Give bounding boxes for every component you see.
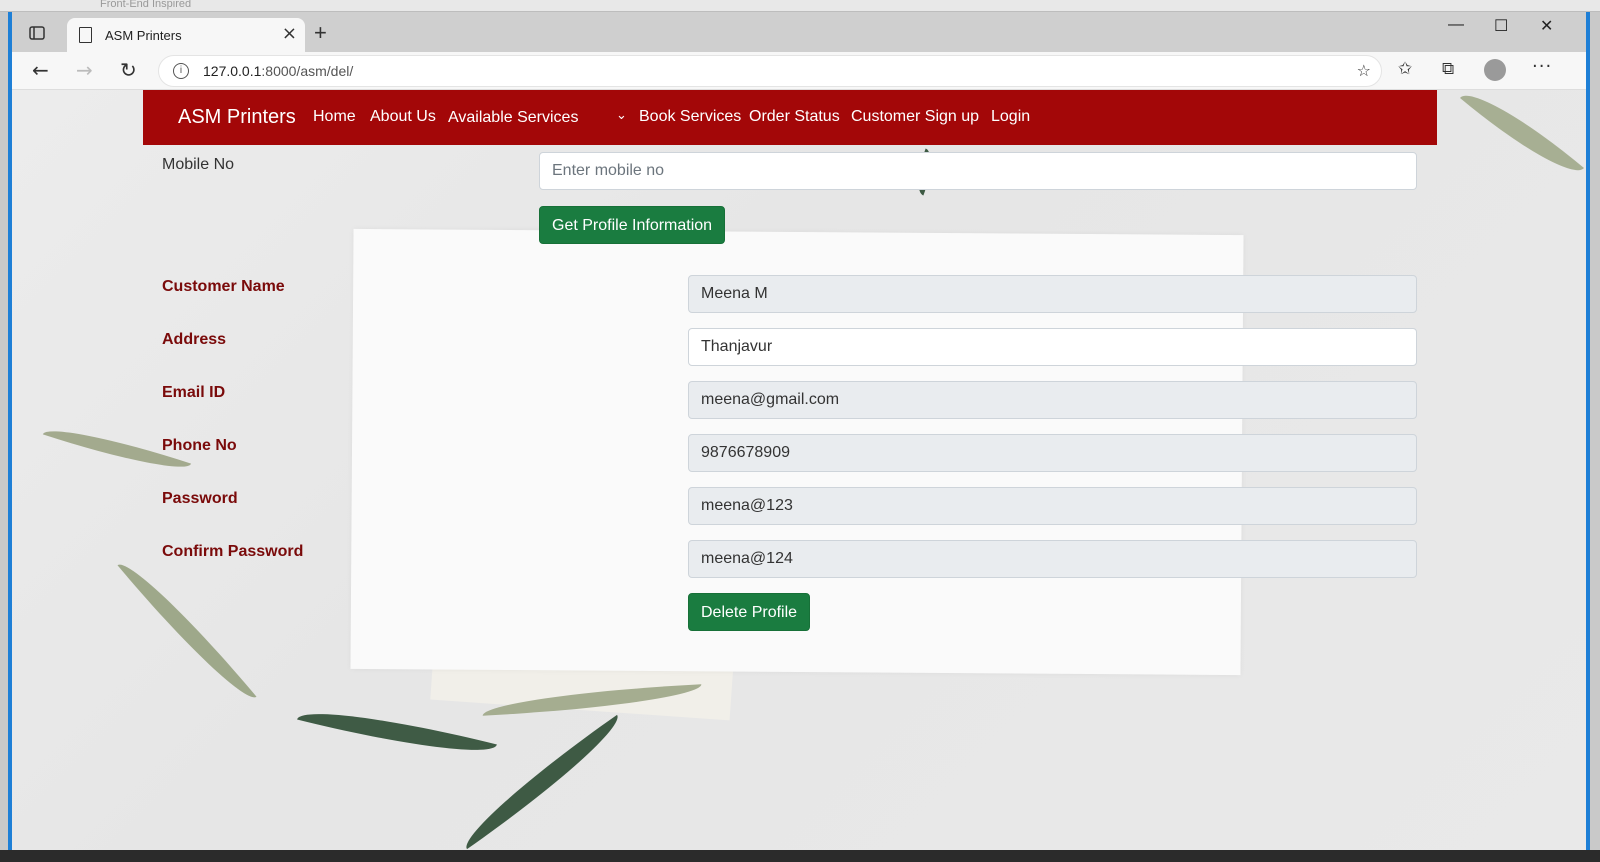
brand-logo[interactable]: ASM Printers [178,106,296,129]
favorites-icon[interactable]: ✩ [1398,59,1412,79]
customer-name-field[interactable]: Meena M [688,275,1417,313]
taskbar [0,850,1600,862]
address-bar[interactable]: i 127.0.0.1:8000/asm/del/ ☆ [158,55,1382,87]
nav-order-status[interactable]: Order Status [749,108,840,126]
phone-label: Phone No [162,437,237,454]
minimize-icon[interactable]: — [1448,16,1464,34]
maximize-icon[interactable]: ☐ [1494,16,1508,36]
add-favorite-icon[interactable]: ☆ [1357,61,1371,80]
more-options-icon[interactable]: ··· [1532,56,1552,77]
password-label: Password [162,490,238,507]
get-profile-button[interactable]: Get Profile Information [539,206,726,244]
customer-name-label: Customer Name [162,278,285,295]
site-navbar: ASM Printers Home About Us Available Ser… [143,90,1437,145]
nav-home[interactable]: Home [313,108,356,126]
forward-icon[interactable]: → [76,58,93,82]
leaf-decoration [1460,90,1584,188]
nav-available-services[interactable]: Available Services [448,109,578,127]
leaf-decoration [453,714,631,850]
tab-actions-icon[interactable] [28,24,48,44]
nav-about-us[interactable]: About Us [370,108,436,126]
mobile-no-label: Mobile No [162,156,235,173]
url-text[interactable]: 127.0.0.1:8000/asm/del/ [203,63,353,79]
tab-title: ASM Printers [105,28,182,43]
phone-field[interactable]: 9876678909 [688,434,1417,472]
confirm-password-label: Confirm Password [162,543,304,560]
email-label: Email ID [162,384,226,401]
background-window-title: Front-End Inspired [100,0,192,10]
nav-customer-sign-up[interactable]: Customer Sign up [851,108,979,126]
browser-toolbar: ← → ↻ i 127.0.0.1:8000/asm/del/ ☆ ✩ ⧉ ··… [12,52,1586,90]
password-field[interactable]: meena@123 [688,487,1417,525]
url-path: :8000/asm/del/ [261,63,354,79]
page-content: ASM Printers Home About Us Available Ser… [12,90,1586,850]
page-icon [79,27,92,43]
desktop: Front-End Inspired ASM Printers × + — ☐ … [0,0,1600,862]
delete-profile-button[interactable]: Delete Profile [688,593,811,631]
back-icon[interactable]: ← [32,58,49,82]
address-field[interactable]: Thanjavur [688,328,1417,366]
url-host: 127.0.0.1 [203,63,262,79]
close-tab-icon[interactable]: × [282,23,297,44]
close-window-icon[interactable]: ✕ [1540,16,1553,36]
confirm-password-field[interactable]: meena@124 [688,540,1417,578]
address-label: Address [162,331,227,348]
profile-avatar[interactable] [1484,59,1506,81]
email-field[interactable]: meena@gmail.com [688,381,1417,419]
mobile-no-input[interactable]: Enter mobile no [539,152,1417,190]
nav-login[interactable]: Login [991,108,1030,126]
collections-icon[interactable]: ⧉ [1442,59,1454,79]
nav-book-services[interactable]: Book Services [639,108,741,126]
browser-tab[interactable]: ASM Printers × [67,18,305,52]
tab-strip: ASM Printers × + — ☐ ✕ [12,12,1586,52]
leaf-decoration [117,551,257,711]
leaf-decoration [297,696,497,768]
background-window: Front-End Inspired [0,0,1600,12]
refresh-icon[interactable]: ↻ [120,58,137,82]
new-tab-icon[interactable]: + [314,20,327,46]
browser-window: ASM Printers × + — ☐ ✕ ← → ↻ i 127.0.0.1… [8,12,1590,850]
chevron-down-icon[interactable]: ⌄ [616,108,627,123]
site-info-icon[interactable]: i [173,63,189,79]
